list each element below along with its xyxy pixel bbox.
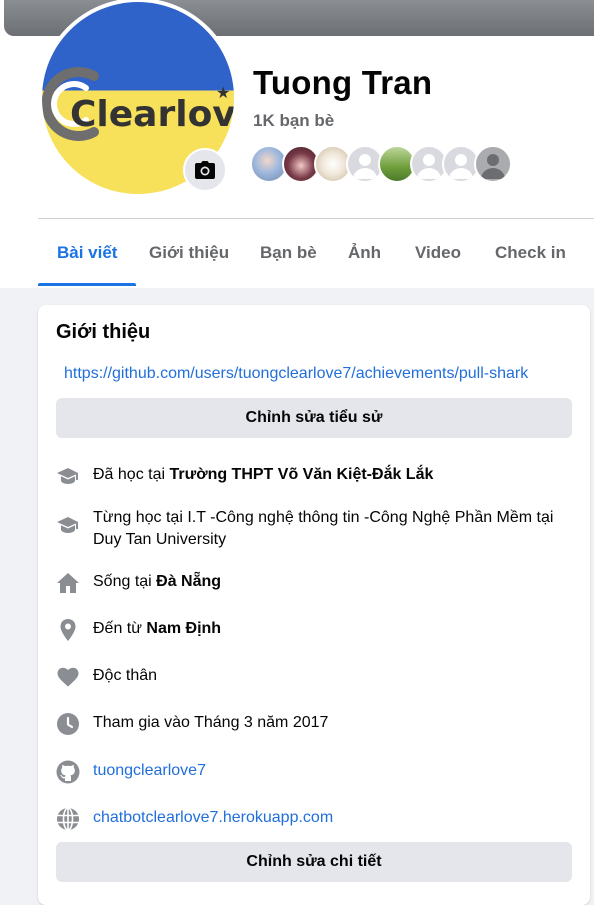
avatar-text: Clearlove7: [70, 94, 234, 135]
university-text: Từng học tại I.T -Công nghệ thông tin -C…: [93, 509, 554, 548]
default-avatar-icon: [481, 154, 505, 179]
tab-photos[interactable]: Ảnh: [329, 228, 400, 286]
github-link[interactable]: tuongclearlove7: [93, 760, 573, 782]
location-pin-icon: [60, 619, 76, 641]
from-prefix: Đến từ: [93, 620, 147, 637]
relationship-text: Độc thân: [93, 667, 158, 684]
camera-icon: [195, 161, 215, 179]
graduation-cap-icon: [57, 468, 78, 484]
heart-icon: [57, 667, 79, 687]
tab-check-in[interactable]: Check in: [476, 228, 585, 286]
profile-tabs: Bài viết Giới thiệu Bạn bè Ảnh Video Che…: [38, 228, 594, 288]
website-link[interactable]: chatbotclearlove7.herokuapp.com: [93, 807, 573, 829]
lives-in-city[interactable]: Đà Nẵng: [156, 573, 221, 590]
intro-title: Giới thiệu: [56, 321, 151, 343]
friends-count-link[interactable]: 1K bạn bè: [253, 111, 334, 131]
lives-in-prefix: Sống tại: [93, 573, 157, 590]
clock-icon: [57, 713, 79, 735]
default-avatar-icon: [353, 154, 377, 179]
intro-card: Giới thiệu https://github.com/users/tuon…: [38, 305, 590, 905]
joined-text: Tham gia vào Tháng 3 năm 2017: [93, 714, 329, 731]
bio-link[interactable]: https://github.com/users/tuongclearlove7…: [64, 365, 528, 383]
svg-text:★: ★: [216, 83, 230, 102]
home-icon: [57, 573, 79, 593]
header-divider: [38, 218, 594, 219]
tab-friends[interactable]: Bạn bè: [241, 228, 336, 286]
edit-bio-button[interactable]: Chỉnh sửa tiểu sử: [56, 398, 572, 438]
profile-name: Tuong Tran: [253, 64, 433, 101]
education-prefix: Đã học tại: [93, 466, 170, 483]
friend-avatar[interactable]: [474, 145, 512, 183]
tab-about[interactable]: Giới thiệu: [130, 228, 248, 286]
default-avatar-icon: [417, 154, 441, 179]
graduation-cap-icon: [57, 517, 78, 533]
update-avatar-button[interactable]: [183, 148, 227, 192]
tab-videos[interactable]: Video: [396, 228, 480, 286]
tab-posts[interactable]: Bài viết: [38, 228, 137, 286]
github-icon: [56, 760, 80, 784]
default-avatar-icon: [449, 154, 473, 179]
globe-icon: [57, 807, 79, 831]
friend-avatars: [250, 145, 520, 183]
education-school[interactable]: Trường THPT Võ Văn Kiệt-Đắk Lắk: [169, 466, 433, 483]
from-city[interactable]: Nam Định: [146, 620, 221, 637]
edit-details-button[interactable]: Chỉnh sửa chi tiết: [56, 842, 572, 882]
